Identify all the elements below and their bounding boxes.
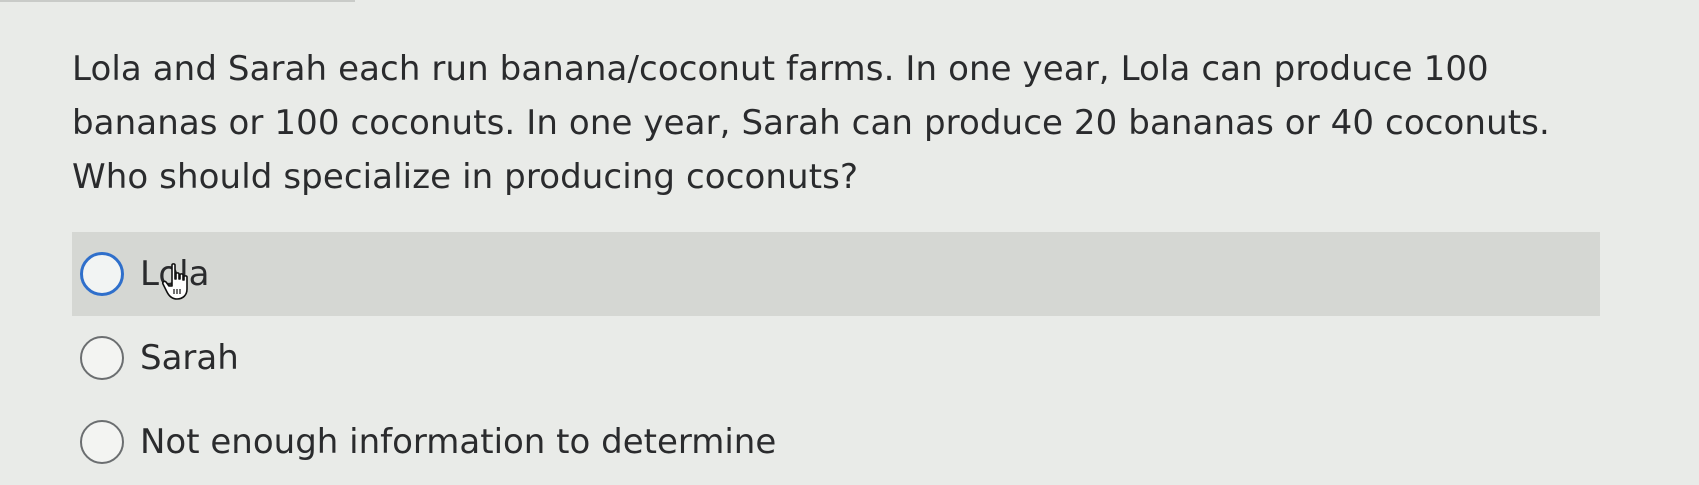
radio-button[interactable] — [80, 336, 124, 380]
answer-options: Lola Sarah Not enough information to det… — [72, 232, 1600, 484]
top-divider — [0, 0, 355, 2]
option-label: Sarah — [140, 338, 239, 378]
hand-pointer-icon — [161, 263, 188, 300]
option-not-enough-information[interactable]: Not enough information to determine — [72, 400, 1600, 484]
option-label: Not enough information to determine — [140, 422, 777, 462]
option-lola[interactable]: Lola — [72, 232, 1600, 316]
question-text: Lola and Sarah each run banana/coconut f… — [72, 49, 1550, 197]
radio-button[interactable] — [80, 252, 124, 296]
option-sarah[interactable]: Sarah — [72, 316, 1600, 400]
radio-button[interactable] — [80, 420, 124, 464]
